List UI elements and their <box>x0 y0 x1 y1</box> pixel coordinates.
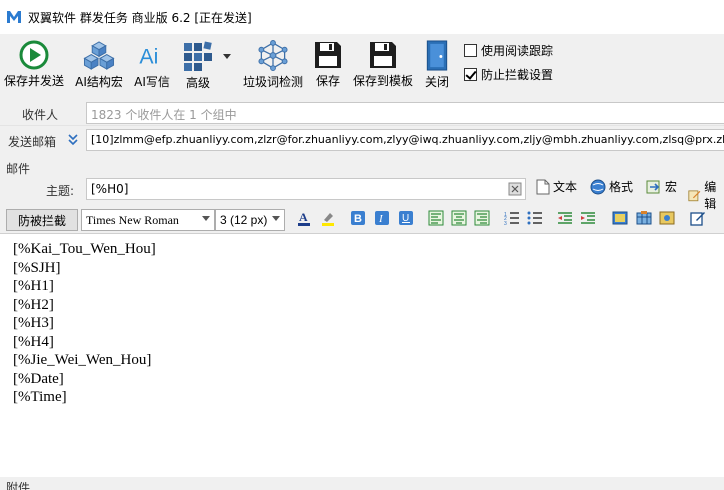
editor-line: [%Jie_Wei_Wen_Hou] <box>13 352 152 368</box>
font-size-select[interactable]: 3 (12 px) <box>215 209 285 231</box>
underline-icon[interactable]: U <box>398 210 414 226</box>
sender-field[interactable]: [10]zlmm@efp.zhuanliyy.com,zlzr@for.zhua… <box>86 129 724 151</box>
close-label: 关闭 <box>424 75 449 89</box>
anti-block-button[interactable]: 防被拦截 <box>6 209 78 231</box>
anti-block-label: 防止拦截设置 <box>481 68 554 82</box>
floppy-disk-icon <box>370 42 396 68</box>
editor-line: [%SJH] <box>13 259 61 276</box>
svg-text:Ai: Ai <box>139 44 158 68</box>
font-color-icon[interactable]: A <box>296 210 312 226</box>
recipients-row: 收件人 1823 个收件人在 1 个组中 <box>0 100 724 126</box>
save-template-button[interactable]: 保存到模板 <box>350 40 416 90</box>
sender-row: 发送邮箱 [10]zlmm@efp.zhuanliyy.com,zlzr@for… <box>0 127 724 153</box>
chevron-down-icon <box>202 216 210 221</box>
edit-pencil-icon <box>688 190 701 202</box>
indent-icon[interactable] <box>580 210 596 226</box>
spam-check-button[interactable]: 垃圾词检测 <box>240 40 306 90</box>
chevron-down-icon <box>223 53 231 59</box>
mail-section-label: 邮件 <box>6 162 31 176</box>
grid-icon <box>184 41 212 71</box>
main-toolbar: 保存并发送 AI结构宏 Ai AI写信 高级 垃圾词检测 保存 保存到模板 关闭… <box>0 34 724 92</box>
subject-label: 主题: <box>46 184 75 198</box>
read-tracking-checkbox[interactable]: 使用阅读跟踪 <box>464 42 553 59</box>
read-tracking-box[interactable] <box>464 44 477 57</box>
save-template-label: 保存到模板 <box>352 74 413 88</box>
editor-line: [%Date] <box>13 370 64 387</box>
insert-table-icon[interactable] <box>636 210 652 226</box>
align-right-icon[interactable] <box>474 210 490 226</box>
app-logo-icon <box>7 11 21 23</box>
close-button[interactable]: 关闭 <box>423 40 451 90</box>
attachments-section-label: 附件 <box>6 481 31 490</box>
ai-write-label: AI写信 <box>134 75 170 89</box>
advanced-button[interactable]: 高级 <box>180 40 232 90</box>
ai-write-button[interactable]: Ai AI写信 <box>131 40 173 90</box>
editor-line: [%Kai_Tou_Wen_Hou] <box>13 241 156 257</box>
network-icon <box>258 40 288 71</box>
save-label: 保存 <box>315 74 340 88</box>
bold-icon[interactable]: B <box>350 210 366 226</box>
text-mode-label: 文本 <box>553 180 578 194</box>
macro-button[interactable]: 宏 <box>646 178 677 195</box>
align-center-icon[interactable] <box>451 210 467 226</box>
italic-icon[interactable]: I <box>374 210 390 226</box>
door-icon <box>426 40 448 71</box>
ai-icon: Ai <box>139 44 158 68</box>
macro-label: 宏 <box>665 180 678 194</box>
anti-block-box[interactable] <box>464 68 477 81</box>
format-mode-button[interactable]: 格式 <box>590 178 633 195</box>
advanced-label: 高级 <box>185 76 210 90</box>
font-size-value: 3 (12 px) <box>220 213 268 227</box>
font-family-value: Times New Roman <box>86 213 179 227</box>
highlight-icon[interactable] <box>320 210 336 226</box>
format-mode-label: 格式 <box>609 180 634 194</box>
insert-macro-icon[interactable] <box>508 182 522 196</box>
save-button[interactable]: 保存 <box>312 40 344 90</box>
spam-check-label: 垃圾词检测 <box>242 75 303 89</box>
sender-label: 发送邮箱 <box>8 135 57 149</box>
editor-line: [%H1] <box>13 278 54 294</box>
editor-line: [%H2] <box>13 296 54 313</box>
numbered-list-icon[interactable]: 1 2 3 <box>504 210 520 226</box>
svg-text:3: 3 <box>504 221 507 226</box>
play-icon <box>19 40 49 70</box>
recipients-label: 收件人 <box>22 108 59 122</box>
title-bar: 双翼软件 群发任务 商业版 6.2 [正在发送] <box>0 0 724 34</box>
editor-line: [%Time] <box>13 389 67 405</box>
align-left-icon[interactable] <box>428 210 444 226</box>
cubes-icon <box>83 41 115 70</box>
edit-source-icon[interactable] <box>690 210 706 226</box>
insert-attachment-icon[interactable] <box>659 210 675 226</box>
globe-icon <box>590 179 606 194</box>
bullet-list-icon[interactable] <box>527 210 543 226</box>
window-title: 双翼软件 群发任务 商业版 6.2 [正在发送] <box>28 10 252 25</box>
insert-image-icon[interactable] <box>612 210 628 226</box>
recipients-field[interactable]: 1823 个收件人在 1 个组中 <box>86 102 724 124</box>
double-chevron-down-icon[interactable] <box>68 134 78 146</box>
document-icon <box>536 179 550 194</box>
read-tracking-label: 使用阅读跟踪 <box>481 44 554 58</box>
save-and-send-label: 保存并发送 <box>4 74 65 88</box>
macro-icon <box>646 180 660 193</box>
floppy-disk-icon <box>315 42 341 68</box>
ai-structure-button[interactable]: AI结构宏 <box>73 40 125 90</box>
svg-text:A: A <box>299 210 308 224</box>
text-mode-button[interactable]: 文本 <box>536 178 577 195</box>
editor-body[interactable]: [%Kai_Tou_Wen_Hou] [%SJH] [%H1] [%H2] [%H3] [… <box>0 234 724 407</box>
message-editor[interactable]: [%Kai_Tou_Wen_Hou] [%SJH] [%H1] [%H2] [%H3] [… <box>0 233 724 477</box>
outdent-icon[interactable] <box>557 210 573 226</box>
editor-line: [%H4] <box>13 333 54 350</box>
anti-block-checkbox[interactable]: 防止拦截设置 <box>464 66 553 83</box>
font-family-select[interactable]: Times New Roman <box>81 209 215 231</box>
chevron-down-icon <box>272 216 280 221</box>
editor-line: [%H3] <box>13 315 54 331</box>
svg-text:B: B <box>354 213 362 225</box>
ai-structure-label: AI结构宏 <box>75 75 123 89</box>
save-and-send-button[interactable]: 保存并发送 <box>4 40 64 90</box>
subject-field[interactable]: [%H0] <box>86 178 526 200</box>
